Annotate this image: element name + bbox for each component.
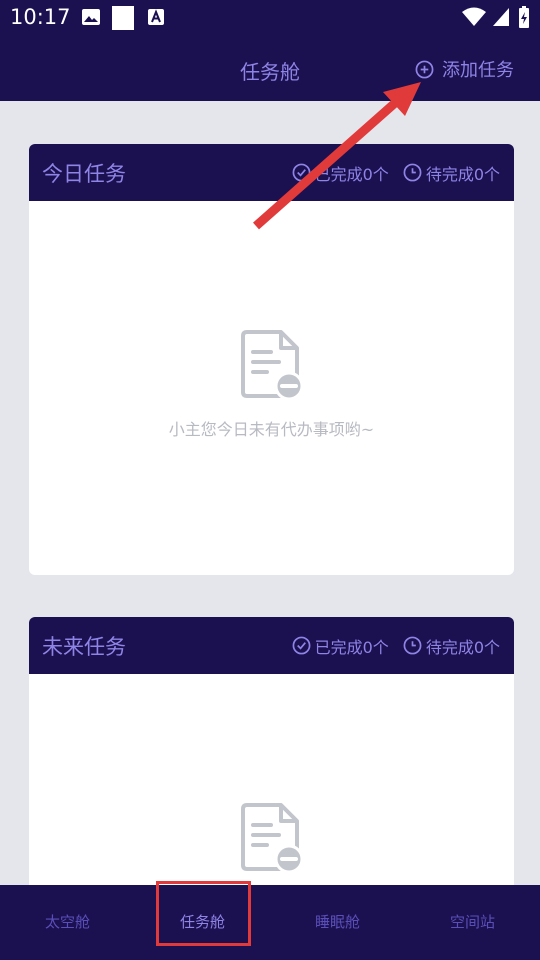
clock-icon xyxy=(403,636,422,655)
top-app-bar: 10:17 任务舱 添加任务 xyxy=(0,0,540,101)
clock-icon xyxy=(403,163,422,182)
status-time: 10:17 xyxy=(10,5,71,29)
add-task-label: 添加任务 xyxy=(442,60,514,81)
today-empty-state: 小主您今日未有代办事项哟~ xyxy=(29,330,514,440)
blank-notification-icon xyxy=(112,6,134,30)
nav-item-space-station[interactable]: 空间站 xyxy=(405,885,540,960)
today-completed-label: 已完成0个 xyxy=(314,164,389,184)
empty-document-icon xyxy=(240,330,303,401)
bottom-navigation: 太空舱 任务舱 睡眠舱 空间站 xyxy=(0,885,540,960)
font-notification-icon xyxy=(148,9,164,25)
future-card-title: 未来任务 xyxy=(42,634,126,659)
today-completed-count: 已完成0个 xyxy=(292,161,389,185)
check-circle-icon xyxy=(292,636,311,655)
today-pending-count: 待完成0个 xyxy=(403,161,500,185)
wifi-icon xyxy=(462,7,486,26)
nav-item-sleep-capsule[interactable]: 睡眠舱 xyxy=(270,885,405,960)
future-empty-state xyxy=(29,803,514,879)
today-pending-label: 待完成0个 xyxy=(425,164,500,184)
future-pending-count: 待完成0个 xyxy=(403,634,500,658)
future-completed-label: 已完成0个 xyxy=(314,637,389,657)
battery-icon xyxy=(519,6,529,28)
today-card-header: 今日任务 已完成0个 待完成0个 xyxy=(29,144,514,201)
image-notification-icon xyxy=(82,9,100,25)
future-tasks-card: 未来任务 已完成0个 待完成0个 xyxy=(29,617,514,917)
today-empty-text: 小主您今日未有代办事项哟~ xyxy=(168,420,375,439)
add-task-button[interactable]: 添加任务 xyxy=(415,56,514,82)
nav-item-space-capsule[interactable]: 太空舱 xyxy=(0,885,135,960)
today-card-title: 今日任务 xyxy=(42,161,126,186)
signal-icon xyxy=(493,8,509,26)
future-card-header: 未来任务 已完成0个 待完成0个 xyxy=(29,617,514,674)
future-completed-count: 已完成0个 xyxy=(292,634,389,658)
status-bar: 10:17 xyxy=(0,0,540,36)
empty-document-icon xyxy=(240,803,303,874)
check-circle-icon xyxy=(292,163,311,182)
today-tasks-card: 今日任务 已完成0个 待完成0个 小主您今日未有代办事项哟~ xyxy=(29,144,514,575)
nav-item-task-capsule[interactable]: 任务舱 xyxy=(135,885,270,960)
future-pending-label: 待完成0个 xyxy=(425,637,500,657)
add-circle-icon xyxy=(415,60,434,78)
